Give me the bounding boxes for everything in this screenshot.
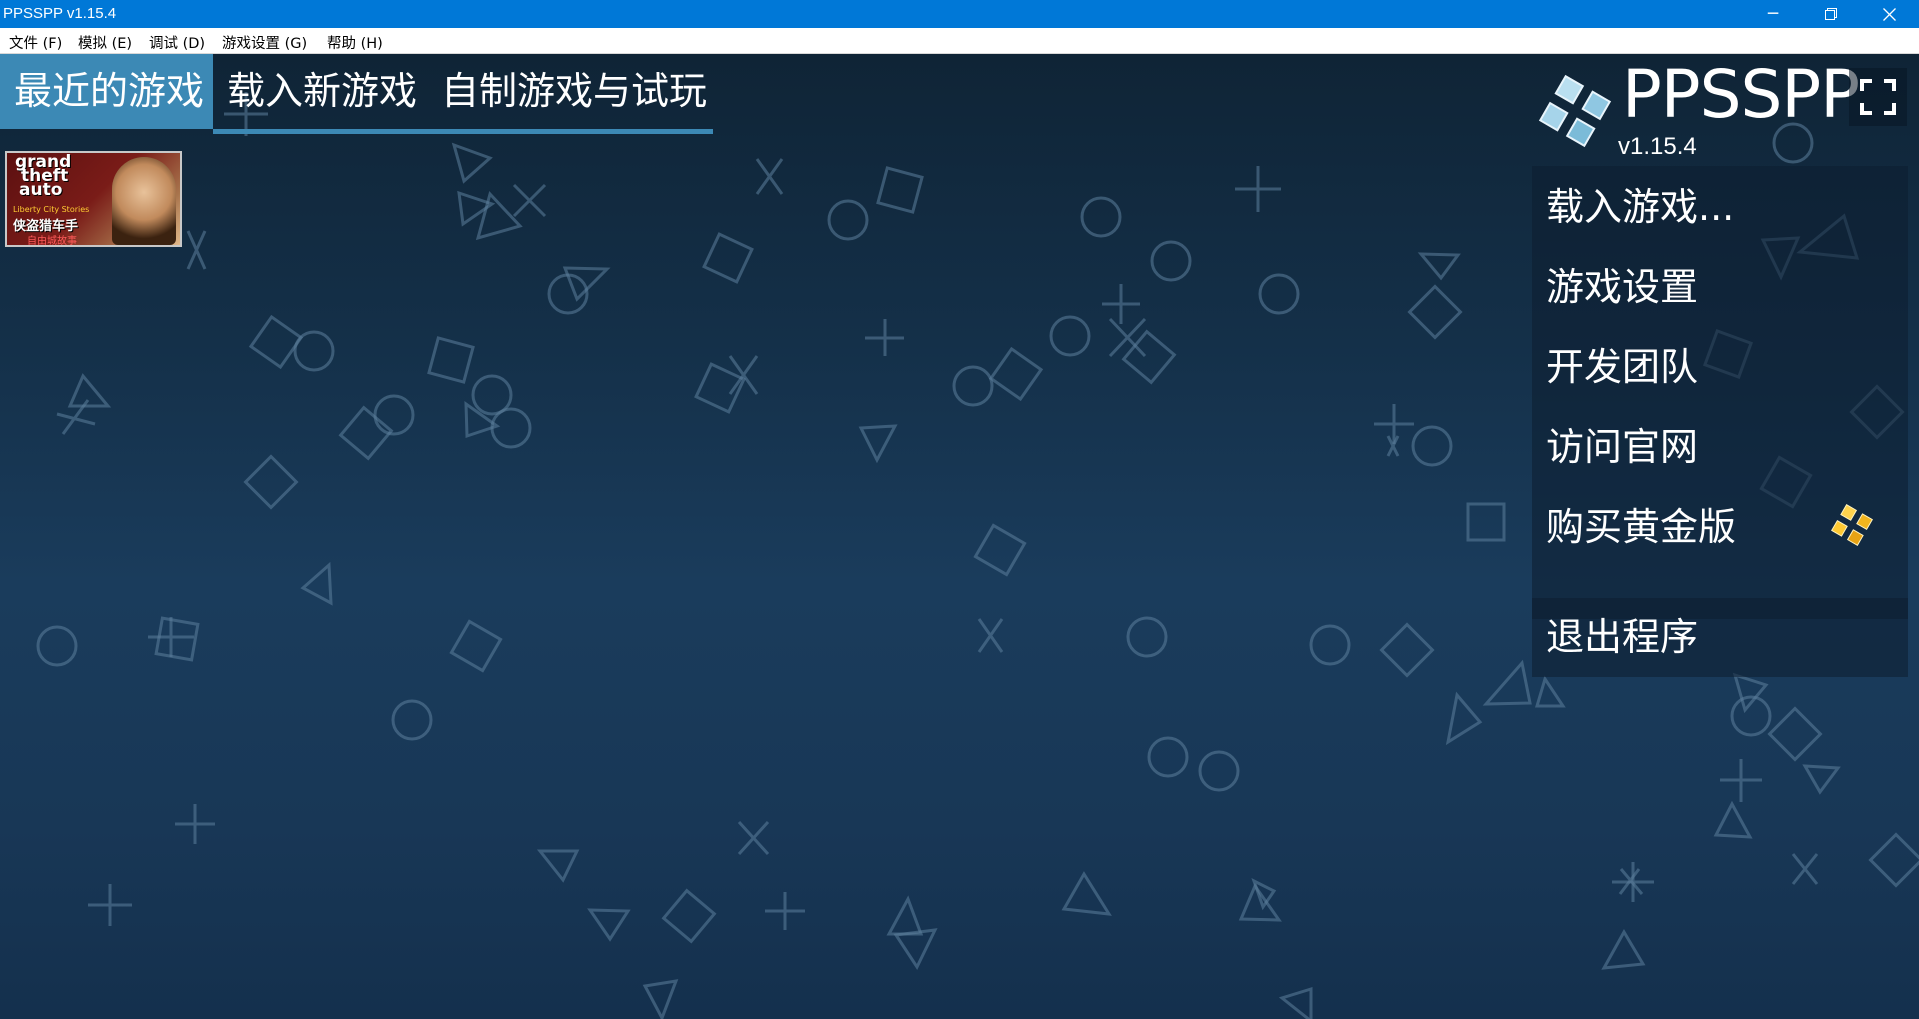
ppsspp-logo-icon xyxy=(1538,74,1612,148)
tab-underline xyxy=(213,129,713,134)
game-settings-button[interactable]: 游戏设置 xyxy=(1546,250,1906,324)
version-label: v1.15.4 xyxy=(1618,133,1697,160)
fullscreen-icon xyxy=(1860,79,1896,115)
minimize-icon: ─ xyxy=(1767,4,1779,24)
gold-logo-icon xyxy=(1831,504,1873,546)
menu-debug[interactable]: 调试 (D) xyxy=(149,32,205,53)
credits-button[interactable]: 开发团队 xyxy=(1546,330,1906,404)
close-button[interactable] xyxy=(1860,0,1918,28)
menu-help[interactable]: 帮助 (H) xyxy=(327,32,383,53)
tab-load-new-game[interactable]: 载入新游戏 xyxy=(213,54,427,129)
title-bar: PPSSPP v1.15.4 ─ xyxy=(0,0,1919,28)
menu-game-settings[interactable]: 游戏设置 (G) xyxy=(222,32,307,53)
game-tile-subtitle-cn2: 自由城故事 xyxy=(27,236,77,247)
menu-bar: 文件 (F) 模拟 (E) 调试 (D) 游戏设置 (G) 帮助 (H) xyxy=(0,28,1919,54)
game-tile-title: grand theft auto xyxy=(15,152,72,200)
game-tile-gta-lcs[interactable]: grand theft auto Liberty City Stories 侠盗… xyxy=(5,151,182,247)
restore-button[interactable] xyxy=(1802,0,1860,28)
game-tile-subtitle-en: Liberty City Stories xyxy=(13,205,90,214)
restore-icon xyxy=(1825,8,1837,20)
menu-emulation[interactable]: 模拟 (E) xyxy=(78,32,132,53)
window-title: PPSSPP v1.15.4 xyxy=(3,5,117,22)
game-cover-art xyxy=(112,157,176,245)
buy-gold-label: 购买黄金版 xyxy=(1546,505,1737,549)
tab-homebrew-demos[interactable]: 自制游戏与试玩 xyxy=(427,54,713,129)
exit-button[interactable]: 退出程序 xyxy=(1546,600,1906,674)
load-game-button[interactable]: 载入游戏... xyxy=(1546,170,1906,244)
ppsspp-logo: PPSSPP v1.15.4 xyxy=(1534,56,1860,176)
logo-text: PPSSPP xyxy=(1622,56,1860,133)
fullscreen-button[interactable] xyxy=(1849,68,1907,126)
buy-gold-button[interactable]: 购买黄金版 xyxy=(1546,490,1906,564)
tab-recent-games[interactable]: 最近的游戏 xyxy=(0,54,213,129)
minimize-button[interactable]: ─ xyxy=(1744,0,1802,28)
menu-file[interactable]: 文件 (F) xyxy=(9,32,62,53)
main-screen: 最近的游戏 载入新游戏 自制游戏与试玩 grand theft auto Lib… xyxy=(0,54,1919,1019)
visit-website-button[interactable]: 访问官网 xyxy=(1546,410,1906,484)
close-icon xyxy=(1882,8,1896,21)
